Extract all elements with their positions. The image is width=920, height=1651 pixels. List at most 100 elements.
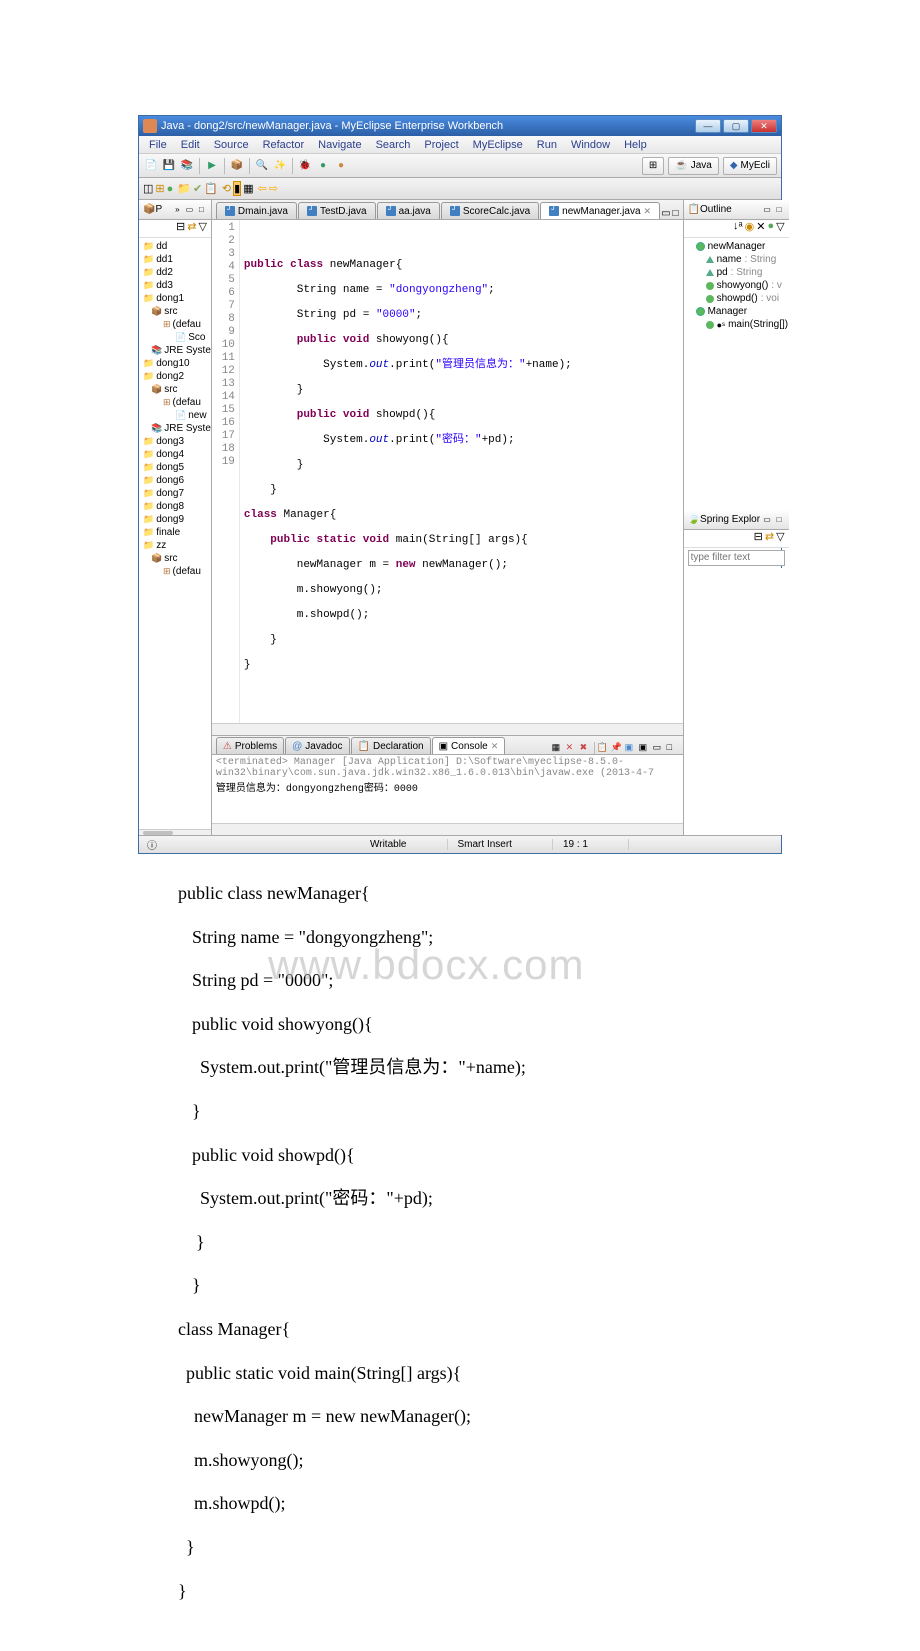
tb-icon-1[interactable]: ◫ [143, 182, 153, 195]
console-max-icon[interactable]: □ [667, 742, 679, 754]
tab-dmain[interactable]: Dmain.java [216, 202, 297, 219]
console-remove-icon[interactable]: ✕ [566, 742, 578, 754]
outline-tab[interactable]: 📋Outline ▭□ [684, 200, 789, 220]
tab-console[interactable]: ▣Console ✕ [432, 737, 506, 754]
menu-search[interactable]: Search [370, 138, 417, 152]
console-scroll-icon[interactable]: 📋 [597, 742, 609, 754]
tab-testd[interactable]: TestD.java [298, 202, 376, 219]
project-dd: dd [141, 240, 211, 253]
save-icon[interactable]: 💾 [161, 158, 177, 174]
tree-scrollbar[interactable] [139, 829, 211, 835]
spring-link-icon[interactable]: ⇄ [765, 530, 774, 547]
tb-icon-6[interactable]: 📋 [204, 182, 218, 195]
outline-sort-icon[interactable]: ↓ᵃ [733, 220, 743, 237]
outline-filter-icon[interactable]: ✕ [756, 220, 765, 237]
project-tree[interactable]: dd dd1 dd2 dd3 dong1 src (defau Sco JRE … [139, 238, 211, 829]
editor-scrollbar[interactable] [212, 723, 683, 735]
debug-icon[interactable]: 🐞 [297, 158, 313, 174]
statusbar: ⓘ Writable Smart Insert 19 : 1 [139, 835, 781, 853]
tb-icon-9[interactable]: ▦ [243, 182, 253, 195]
tab-aa[interactable]: aa.java [377, 202, 440, 219]
console-output[interactable]: <terminated> Manager [Java Application] … [212, 755, 683, 823]
save-all-icon[interactable]: 📚 [179, 158, 195, 174]
project-dd3: dd3 [141, 279, 211, 292]
spring-max-icon[interactable]: □ [774, 514, 785, 525]
minimize-button[interactable]: — [695, 119, 721, 133]
console-min-icon[interactable]: ▭ [653, 742, 665, 754]
status-cursor-pos: 19 : 1 [553, 839, 629, 850]
menu-refactor[interactable]: Refactor [257, 138, 311, 152]
menu-help[interactable]: Help [618, 138, 653, 152]
tab-close-icon[interactable]: ✕ [644, 206, 652, 217]
spring-min-icon[interactable]: ▭ [762, 514, 773, 525]
ide-window: Java - dong2/src/newManager.java - MyEcl… [138, 115, 782, 854]
outline-min-icon[interactable]: ▭ [762, 204, 773, 215]
open-perspective-icon[interactable]: ⊞ [642, 157, 664, 175]
menu-myeclipse[interactable]: MyEclipse [467, 138, 529, 152]
view-menu-icon[interactable]: ▽ [198, 220, 206, 237]
package-icon[interactable]: 📦 [229, 158, 245, 174]
spring-filter-input[interactable] [688, 550, 785, 566]
tb-icon-2[interactable]: ⊞ [155, 182, 164, 195]
console-pin-icon[interactable]: 📌 [611, 742, 623, 754]
tab-declaration[interactable]: 📋Declaration [351, 737, 431, 754]
editor-tabs: Dmain.java TestD.java aa.java ScoreCalc.… [212, 200, 683, 220]
perspective-myeclipse[interactable]: ◆MyEcli [723, 157, 777, 175]
tb-icon-4[interactable]: 📁 [177, 182, 191, 195]
close-button[interactable]: ✕ [751, 119, 777, 133]
tab-newmanager[interactable]: newManager.java ✕ [540, 202, 660, 219]
menu-navigate[interactable]: Navigate [312, 138, 367, 152]
menu-window[interactable]: Window [565, 138, 616, 152]
editor-max-icon[interactable]: □ [673, 208, 679, 219]
minimize-icon[interactable]: ▭ [184, 204, 195, 215]
nav-back-icon[interactable]: ⇦ [258, 182, 267, 195]
maximize-icon[interactable]: □ [196, 204, 207, 215]
run-icon[interactable]: ● [315, 158, 331, 174]
menu-source[interactable]: Source [208, 138, 255, 152]
tb-icon-3[interactable]: ● [167, 183, 174, 195]
console-open-icon[interactable]: ▣ [639, 742, 651, 754]
menu-file[interactable]: File [143, 138, 173, 152]
menu-edit[interactable]: Edit [175, 138, 206, 152]
outline-tree[interactable]: newManager name: String pd: String showy… [684, 238, 789, 510]
outline-hide-icon[interactable]: ◉ [745, 220, 755, 237]
link-editor-icon[interactable]: ⇄ [187, 220, 196, 237]
tb-icon-5[interactable]: ✔ [193, 182, 202, 195]
menu-run[interactable]: Run [531, 138, 563, 152]
project-dong6: dong6 [141, 474, 211, 487]
tab-javadoc[interactable]: @Javadoc [285, 737, 349, 754]
collapse-all-icon[interactable]: ⊟ [176, 220, 185, 237]
maximize-button[interactable]: ▢ [723, 119, 749, 133]
outline-focus-icon[interactable]: ● [767, 220, 774, 237]
console-display-icon[interactable]: ▣ [625, 742, 637, 754]
console-removeall-icon[interactable]: ✖ [580, 742, 592, 754]
editor-min-icon[interactable]: ▭ [661, 208, 670, 219]
tb-icon-8[interactable]: ▮ [233, 181, 241, 196]
outline-menu-icon[interactable]: ▽ [776, 220, 784, 237]
wizard-icon[interactable]: ✨ [272, 158, 288, 174]
search-icon[interactable]: 🔍 [254, 158, 270, 174]
tab-scorecalc[interactable]: ScoreCalc.java [441, 202, 539, 219]
spring-explorer-tab[interactable]: 🍃Spring Explor ▭□ [684, 510, 789, 530]
console-scrollbar[interactable] [212, 823, 683, 835]
outline-max-icon[interactable]: □ [774, 204, 785, 215]
code-content[interactable]: public class newManager{ String name = "… [240, 220, 683, 723]
dong2-src: src [141, 383, 211, 396]
project-dong3: dong3 [141, 435, 211, 448]
package-explorer-tab[interactable]: 📦P »▭□ [139, 200, 211, 220]
spring-menu-icon[interactable]: ▽ [776, 530, 784, 547]
spring-collapse-icon[interactable]: ⊟ [754, 530, 763, 547]
dong1-sco-file: Sco [141, 331, 211, 344]
tb-icon-7[interactable]: ⟲ [222, 182, 231, 195]
titlebar[interactable]: Java - dong2/src/newManager.java - MyEcl… [139, 116, 781, 136]
new-icon[interactable]: 📄 [143, 158, 159, 174]
tab-problems[interactable]: ⚠Problems [216, 737, 284, 754]
menu-project[interactable]: Project [418, 138, 464, 152]
nav-fwd-icon[interactable]: ⇨ [269, 182, 278, 195]
launch-icon[interactable]: ▶ [204, 158, 220, 174]
code-editor[interactable]: 12345678910111213141516171819 public cla… [212, 220, 683, 723]
console-clear-icon[interactable]: ▦ [552, 742, 564, 754]
ext-tools-icon[interactable]: ● [333, 158, 349, 174]
perspective-java[interactable]: ☕Java [668, 157, 719, 175]
project-dong1: dong1 [141, 292, 211, 305]
